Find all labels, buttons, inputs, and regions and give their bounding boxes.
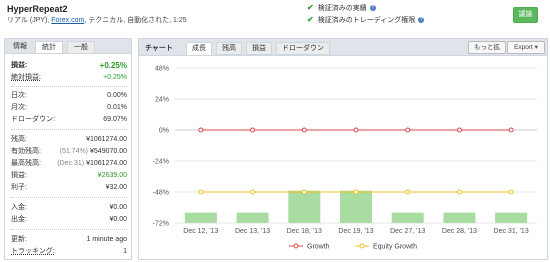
chart-tabs: チャート 成長 残高 損益 ドローダウン もっと拡 Export ▾ <box>139 39 547 56</box>
y-tick-label: 48% <box>155 66 169 73</box>
stat-equity: 有効残高: (51.74%) ¥549070.00 <box>11 148 127 155</box>
series-point <box>353 127 359 133</box>
tab-general[interactable]: 一般 <box>67 41 95 53</box>
series-point <box>456 127 462 133</box>
stat-monthly: 月次: 0.01% <box>11 104 127 111</box>
help-icon[interactable]: ? <box>369 5 376 12</box>
tab-drawdown[interactable]: ドローダウン <box>276 42 330 55</box>
stat-balance: 残高: ¥1061274.00 <box>11 136 127 143</box>
stats-tabs: 情報 統計 一般 <box>5 39 131 54</box>
tab-profit[interactable]: 損益 <box>246 42 272 55</box>
series-point <box>405 127 411 133</box>
check-icon: ✔ <box>307 15 314 24</box>
series-point <box>198 127 204 133</box>
chart-panel: チャート 成長 残高 損益 ドローダウン もっと拡 Export ▾ 48% 24… <box>138 38 548 260</box>
series-point <box>456 189 462 195</box>
bar <box>340 190 372 223</box>
series-point <box>250 189 256 195</box>
bar <box>184 212 217 223</box>
tab-stats[interactable]: 統計 <box>35 41 63 53</box>
x-tick-label: Dec 18, '13 <box>287 228 322 235</box>
x-tick-label: Dec 31, '13 <box>494 228 529 235</box>
zoom-button[interactable]: もっと拡 <box>468 41 506 54</box>
stat-abs-gain: 絶対損益: +0.25% <box>11 74 127 81</box>
tab-info[interactable]: 情報 <box>9 41 31 52</box>
growth-chart: 48% 24% 0% -24% -48% -72% Dec 12, '13 Dec 13, '… <box>153 66 537 251</box>
stat-profit: 損益: ¥2639.00 <box>11 172 127 179</box>
tab-growth[interactable]: 成長 <box>186 42 212 55</box>
y-tick-label: 24% <box>155 97 169 104</box>
series-point <box>508 189 514 195</box>
chart-label: チャート <box>145 45 173 52</box>
legend-label: Growth <box>307 244 330 251</box>
divider <box>11 129 127 130</box>
legend-marker <box>293 243 299 249</box>
export-button[interactable]: Export ▾ <box>507 41 545 54</box>
divider <box>11 197 127 198</box>
legend-label: Equity Growth <box>373 244 417 251</box>
y-tick-label: -48% <box>153 190 169 197</box>
stat-deposits: 入金: ¥0.00 <box>11 204 127 211</box>
y-tick-label: -24% <box>153 159 169 166</box>
verified-track-record: ✔ 検証済みの実績? <box>307 3 376 12</box>
broker-link[interactable]: Forex.com <box>51 17 84 24</box>
discuss-button[interactable]: 議論 <box>513 7 538 23</box>
bar <box>391 212 424 223</box>
series-point <box>405 189 411 195</box>
stat-daily: 日次: 0.00% <box>11 92 127 99</box>
tab-balance[interactable]: 残高 <box>216 42 242 55</box>
system-details: , テクニカル, 自動化された, 1:25 <box>84 17 187 24</box>
stat-withdrawals: 出金: ¥0.00 <box>11 216 127 223</box>
x-tick-label: Dec 19, '13 <box>338 228 373 235</box>
y-tick-label: -72% <box>153 221 169 228</box>
check-icon: ✔ <box>307 3 314 12</box>
bar <box>443 212 476 223</box>
y-tick-label: 0% <box>159 128 169 135</box>
stat-gain: 損益: +0.25% <box>11 61 127 70</box>
legend-marker <box>359 243 365 249</box>
divider <box>11 229 127 230</box>
bar <box>495 212 528 223</box>
header: HyperRepeat2 リアル (JPY), Forex.com, テクニカル… <box>0 0 550 34</box>
x-tick-label: Dec 27, '13 <box>390 228 425 235</box>
system-title: HyperRepeat2 <box>7 4 68 14</box>
stat-tracking: トラッキング: 1 <box>11 248 127 255</box>
stat-updated: 更新: 1 minute ago <box>11 236 127 243</box>
series-point <box>353 189 359 195</box>
system-subtitle: リアル (JPY), Forex.com, テクニカル, 自動化された, 1:2… <box>7 15 187 25</box>
x-tick-label: Dec 13, '13 <box>235 228 270 235</box>
stat-interest: 利子: ¥32.00 <box>11 184 127 191</box>
help-icon[interactable]: ? <box>418 17 425 24</box>
stat-highest-balance: 最高残高: (Dec 31) ¥1061274.00 <box>11 160 127 167</box>
verified-trading-privileges: ✔ 検証済みのトレーディング権限? <box>307 15 425 24</box>
x-tick-label: Dec 28, '13 <box>442 228 477 235</box>
series-point <box>198 189 204 195</box>
series-point <box>301 189 307 195</box>
bar <box>288 190 321 223</box>
stat-drawdown: ドローダウン: 69.07% <box>11 116 127 123</box>
stats-panel: 情報 統計 一般 損益: +0.25% 絶対損益: +0.25% 日次: 0.00% … <box>4 38 132 260</box>
series-point <box>301 127 307 133</box>
series-point <box>250 127 256 133</box>
x-tick-label: Dec 12, '13 <box>183 228 218 235</box>
series-point <box>508 127 514 133</box>
bar <box>236 212 269 223</box>
account-type: リアル (JPY), <box>7 17 52 24</box>
divider <box>11 86 127 87</box>
